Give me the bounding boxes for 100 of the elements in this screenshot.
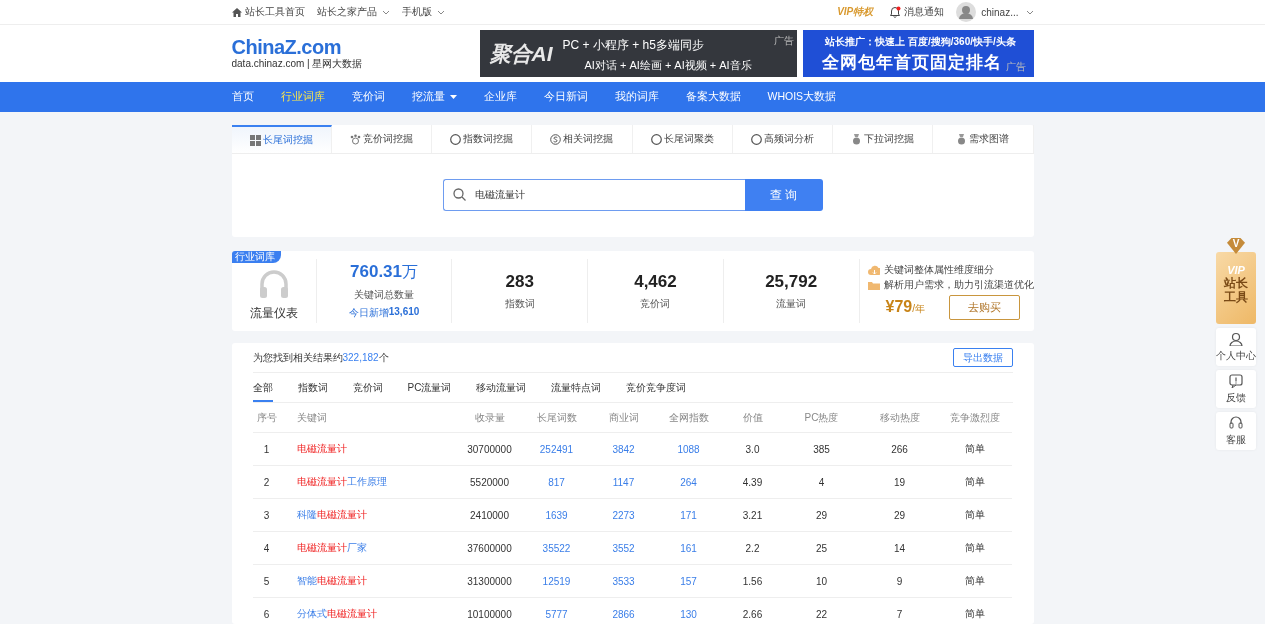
- tool-tab[interactable]: 相关词挖掘: [532, 125, 633, 153]
- ad-banner[interactable]: 站长推广：快速上 百度/搜狗/360/快手/头条 全网包年首页固定排名 广告: [802, 30, 1034, 77]
- table-cell: 简单: [938, 597, 1012, 624]
- price: ¥79: [885, 298, 913, 315]
- top-link[interactable]: 站长工具首页: [231, 5, 305, 19]
- nav-item[interactable]: 挖流量: [411, 90, 457, 104]
- export-button[interactable]: 导出数据: [952, 348, 1013, 367]
- table-cell: 2410000: [458, 498, 521, 532]
- number-link[interactable]: 2866: [612, 608, 635, 620]
- notifications-link[interactable]: 消息通知: [889, 5, 945, 19]
- stat-label: 关键词总数量: [354, 288, 415, 302]
- ad-slogan: AI对话 + AI绘画 + AI视频 + AI音乐: [583, 58, 752, 73]
- table-cell: 3: [252, 498, 281, 532]
- keyword-link[interactable]: 电磁流量计工作原理: [296, 476, 387, 487]
- vip-tools-card[interactable]: VIP 站长 工具: [1216, 252, 1256, 324]
- number-link[interactable]: 252491: [539, 443, 574, 455]
- dollar-circle-icon: [550, 133, 562, 145]
- search-button[interactable]: 查 询: [744, 179, 823, 211]
- number-link[interactable]: 171: [680, 509, 697, 521]
- vip-link[interactable]: VIP特权: [837, 5, 874, 19]
- nav-item[interactable]: 我的词库: [614, 90, 659, 104]
- table-cell: 29: [782, 498, 861, 532]
- table-cell: 简单: [938, 465, 1012, 499]
- number-link[interactable]: 5777: [545, 608, 568, 620]
- table-cell: 29: [860, 498, 939, 532]
- feature-text: 解析用户需求，助力引流渠道优化: [883, 278, 1034, 292]
- filter-tab[interactable]: 竞价竞争度词: [626, 373, 687, 402]
- table-cell: 6: [252, 597, 281, 624]
- tool-tab[interactable]: 长尾词挖掘: [231, 125, 332, 153]
- filter-tab[interactable]: 竞价词: [352, 373, 383, 402]
- side-tool-button[interactable]: 反馈: [1216, 370, 1256, 408]
- tool-tab[interactable]: 需求图谱: [933, 125, 1034, 153]
- filter-tab[interactable]: 移动流量词: [476, 373, 527, 402]
- column-header: 移动热度: [860, 403, 939, 433]
- number-link[interactable]: 161: [680, 542, 697, 554]
- number-link[interactable]: 1147: [612, 476, 635, 488]
- buy-button[interactable]: 去购买: [948, 294, 1020, 320]
- number-link[interactable]: 130: [680, 608, 697, 620]
- number-link[interactable]: 1639: [545, 509, 568, 521]
- keyword-link[interactable]: 分体式电磁流量计: [296, 608, 377, 619]
- stat-value: 760.31: [350, 262, 403, 282]
- nav-item[interactable]: 企业库: [483, 90, 517, 104]
- user-icon: [1229, 331, 1243, 346]
- side-tool-button[interactable]: 客服: [1216, 412, 1256, 450]
- table-cell: 简单: [938, 531, 1012, 565]
- nav-item[interactable]: 备案大数据: [685, 90, 741, 104]
- keyword-link[interactable]: 科隆电磁流量计: [296, 509, 367, 520]
- site-logo[interactable]: ChinaZ.com: [231, 36, 480, 57]
- nav-item[interactable]: 首页: [231, 90, 254, 104]
- number-link[interactable]: 35522: [542, 542, 571, 554]
- filter-tab[interactable]: 流量特点词: [551, 373, 602, 402]
- stat-unit: 万: [402, 262, 419, 282]
- nav-item[interactable]: 今日新词: [543, 90, 588, 104]
- headphones-icon: [257, 268, 290, 299]
- filter-tab[interactable]: PC流量词: [407, 373, 452, 402]
- nav-item[interactable]: 竞价词: [351, 90, 385, 104]
- user-menu[interactable]: chinaz...: [956, 2, 1034, 22]
- home-icon: [231, 7, 242, 17]
- table-cell: 4: [252, 531, 281, 565]
- today-value: 13,610: [388, 306, 420, 317]
- feature-text: 关键词整体属性维度细分: [883, 263, 994, 277]
- side-tool-button[interactable]: 个人中心: [1216, 328, 1256, 366]
- tool-tab[interactable]: 指数词挖掘: [432, 125, 533, 153]
- top-link[interactable]: 站长之家产品: [316, 5, 390, 19]
- filter-tab[interactable]: 指数词: [297, 373, 328, 402]
- tool-tab[interactable]: 高频词分析: [732, 125, 833, 153]
- number-link[interactable]: 3842: [612, 443, 635, 455]
- filter-tab[interactable]: 全部: [252, 373, 273, 402]
- nav-item[interactable]: 行业词库: [280, 90, 325, 104]
- number-link[interactable]: 1088: [677, 443, 700, 455]
- table-cell: 3.0: [722, 432, 783, 466]
- tool-tab[interactable]: 长尾词聚类: [632, 125, 733, 153]
- number-link[interactable]: 3533: [612, 575, 635, 587]
- keyword-link[interactable]: 电磁流量计: [296, 443, 347, 454]
- number-link[interactable]: 12519: [542, 575, 571, 587]
- table-cell: 4: [782, 465, 861, 499]
- stat-label: 竞价词: [640, 296, 671, 311]
- ad-banner[interactable]: 聚合AI PC + 小程序 + h5多端同步 广告 AI对话 + AI绘画 + AI视频 + AI音乐: [479, 30, 797, 77]
- table-cell: 简单: [938, 432, 1012, 466]
- number-link[interactable]: 264: [680, 476, 697, 488]
- nav-item[interactable]: WHOIS大数据: [767, 90, 837, 104]
- keyword-link[interactable]: 电磁流量计厂家: [296, 542, 367, 553]
- top-link[interactable]: 手机版: [401, 5, 445, 19]
- tool-tab[interactable]: 下拉词挖掘: [833, 125, 934, 153]
- number-link[interactable]: 157: [680, 575, 697, 587]
- ad-headline: 站长推广：快速上 百度/搜狗/360/快手/头条: [825, 35, 1016, 49]
- keyword-link[interactable]: 智能电磁流量计: [296, 575, 367, 586]
- vip-title: VIP: [1227, 264, 1245, 276]
- table-cell: 31300000: [458, 564, 521, 598]
- tool-tab[interactable]: 竞价词挖掘: [331, 125, 432, 153]
- number-link[interactable]: 817: [548, 476, 565, 488]
- medal-icon: [956, 133, 968, 145]
- ad-logo: 聚合AI: [489, 40, 553, 67]
- column-header: 竞争激烈度: [938, 403, 1012, 433]
- table-cell: 1: [252, 432, 281, 466]
- medal-icon: [851, 133, 863, 145]
- column-header: 收录量: [458, 403, 521, 433]
- number-link[interactable]: 3552: [612, 542, 635, 554]
- number-link[interactable]: 2273: [612, 509, 635, 521]
- search-field[interactable]: 电磁流量计: [442, 179, 745, 211]
